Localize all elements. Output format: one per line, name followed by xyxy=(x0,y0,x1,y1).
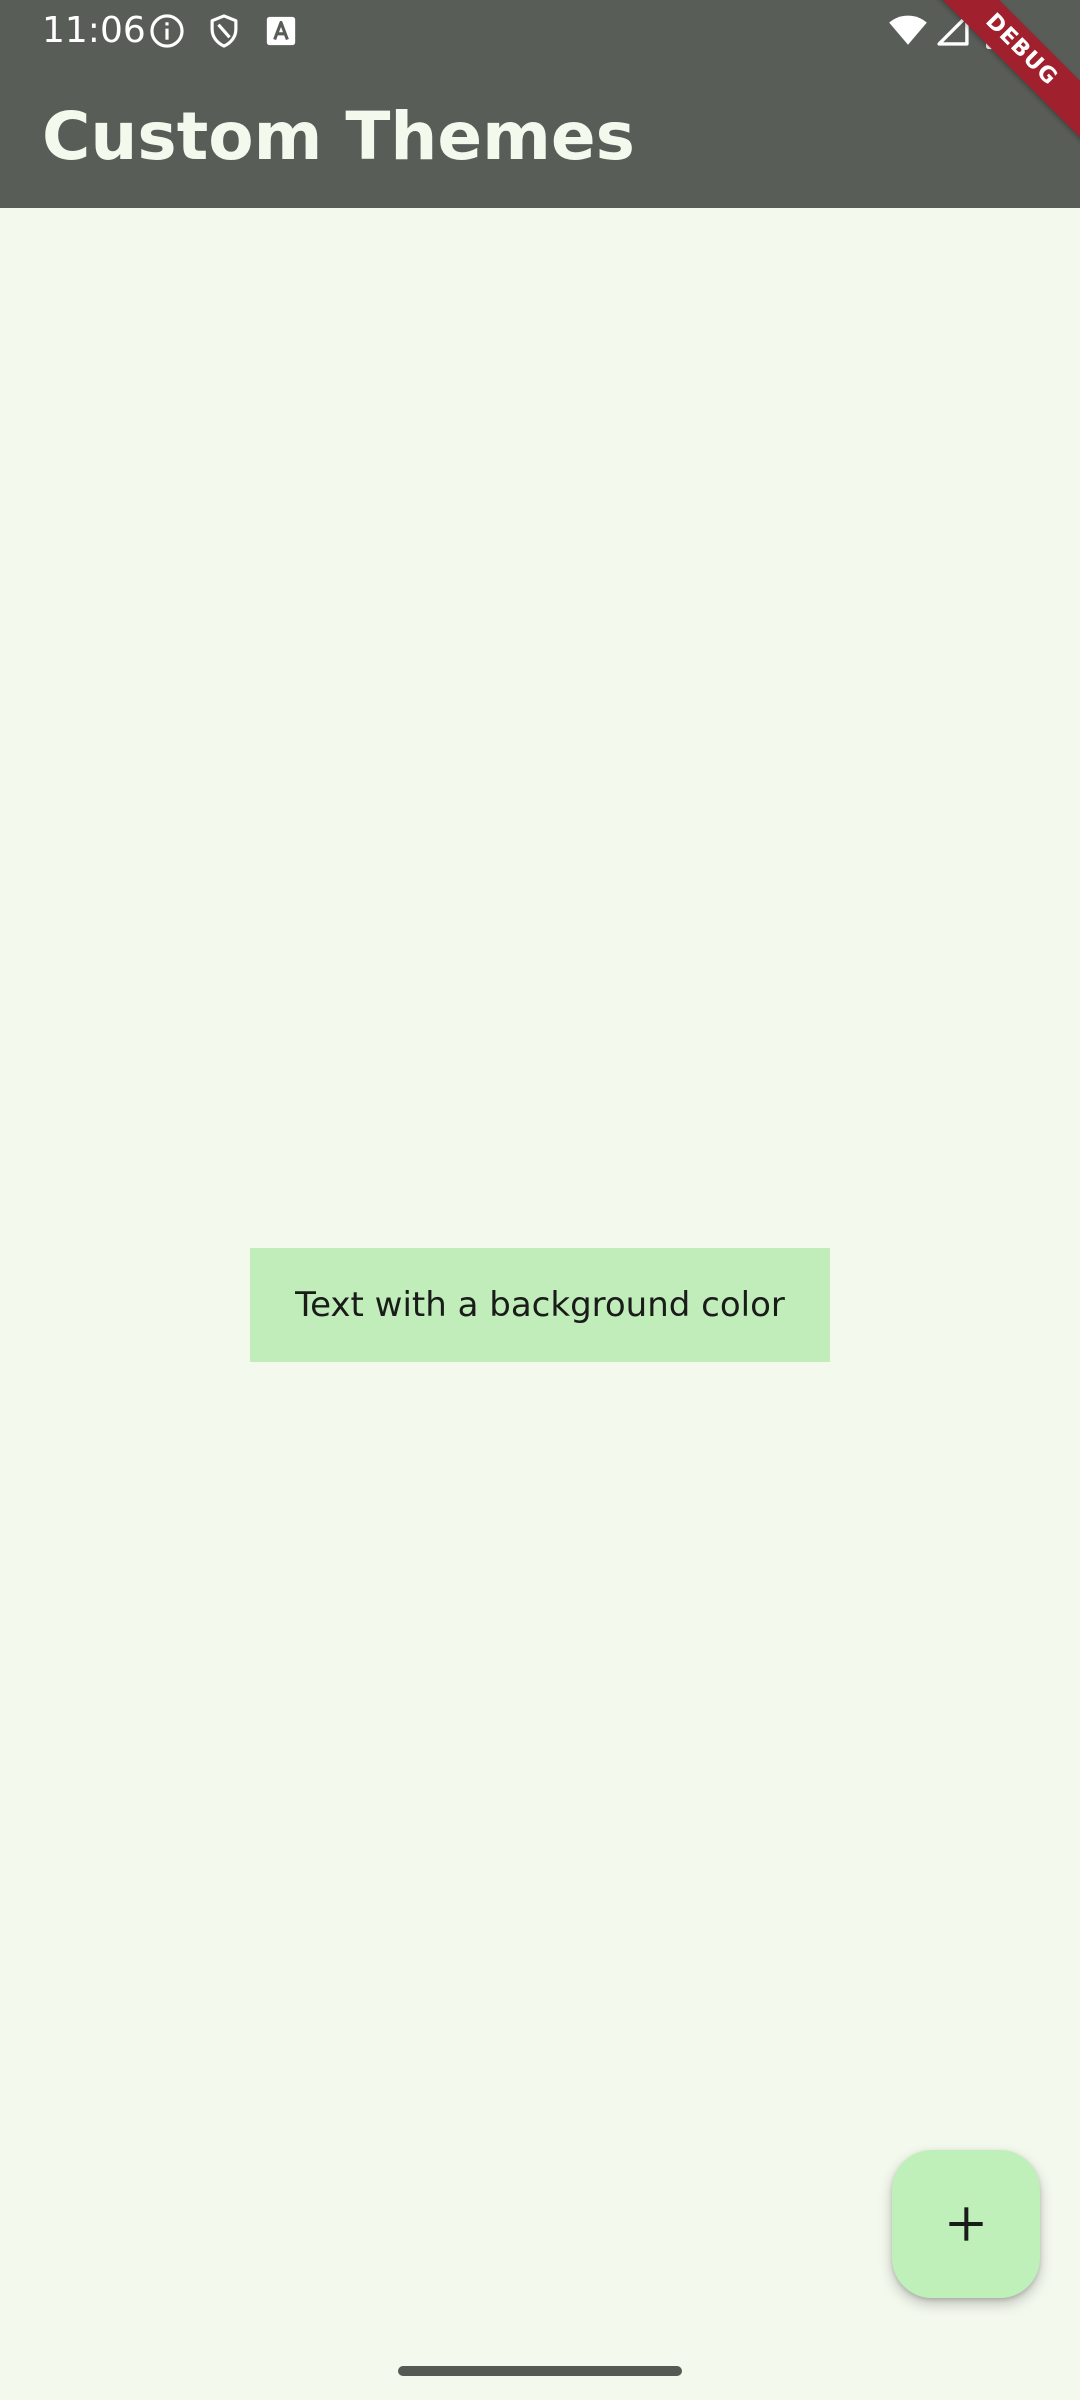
wifi-icon xyxy=(889,15,927,45)
status-time: 11:06 xyxy=(42,10,146,51)
status-bar: 11:06 xyxy=(0,0,1080,62)
app-bar: 11:06 Custom Themes DEBUG xyxy=(0,0,1080,208)
shield-icon xyxy=(210,14,238,48)
page-title: Custom Themes xyxy=(42,98,635,175)
background-color-text: Text with a background color xyxy=(250,1248,830,1362)
accessibility-a-icon xyxy=(266,16,296,46)
screen: 11:06 Custom Themes DEBUG Text with a ba… xyxy=(0,0,1080,2400)
gesture-nav-handle[interactable] xyxy=(398,2366,682,2376)
info-icon xyxy=(150,14,184,48)
add-fab-button[interactable] xyxy=(892,2150,1040,2298)
plus-icon xyxy=(949,2207,983,2241)
